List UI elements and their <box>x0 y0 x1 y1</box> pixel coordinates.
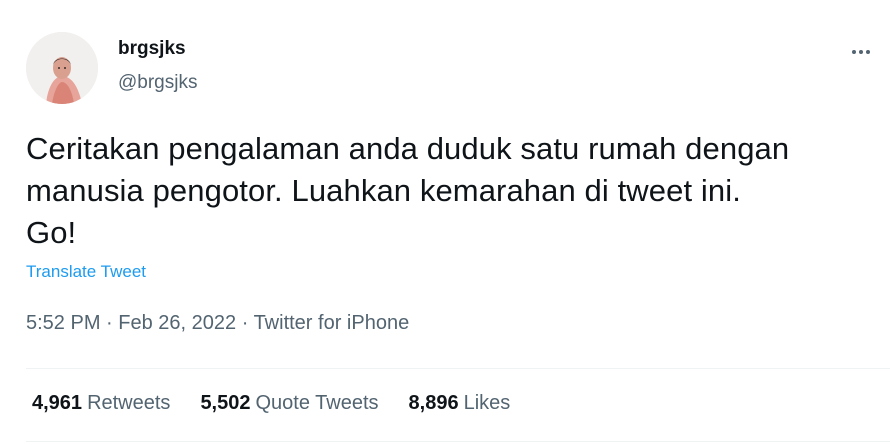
divider <box>26 368 890 369</box>
meta-separator: · <box>241 312 254 334</box>
quote-tweets-label: Quote Tweets <box>255 392 379 414</box>
tweet-text-line: Go! <box>26 215 77 250</box>
retweets-count: 4,961 <box>32 392 83 414</box>
retweets-label: Retweets <box>87 392 171 414</box>
tweet-text: Ceritakan pengalaman anda duduk satu rum… <box>26 128 876 254</box>
translate-tweet-link[interactable]: Translate Tweet <box>26 262 146 282</box>
tweet-text-line: Ceritakan pengalaman anda duduk satu rum… <box>26 131 790 166</box>
more-horizontal-icon <box>859 50 863 54</box>
more-horizontal-icon <box>866 50 870 54</box>
profile-photo-icon <box>26 32 98 104</box>
quote-tweets-stat[interactable]: 5,502 Quote Tweets <box>200 392 378 415</box>
tweet-stats: 4,961 Retweets 5,502 Quote Tweets 8,896 Lik… <box>32 392 510 415</box>
more-options-button[interactable] <box>846 42 876 62</box>
author-handle[interactable]: @brgsjks <box>118 72 197 94</box>
tweet-source[interactable]: Twitter for iPhone <box>254 312 410 334</box>
avatar[interactable] <box>26 32 98 104</box>
tweet-text-line: manusia pengotor. Luahkan kemarahan di t… <box>26 173 741 208</box>
tweet-meta: 5:52 PM · Feb 26, 2022 · Twitter for iPh… <box>26 312 409 335</box>
likes-count: 8,896 <box>408 392 459 414</box>
retweets-stat[interactable]: 4,961 Retweets <box>32 392 170 415</box>
quote-tweets-count: 5,502 <box>200 392 251 414</box>
tweet-date[interactable]: Feb 26, 2022 <box>118 312 236 334</box>
author-display-name[interactable]: brgsjks <box>118 38 186 60</box>
divider <box>26 441 890 442</box>
more-horizontal-icon <box>852 50 856 54</box>
tweet-time[interactable]: 5:52 PM <box>26 312 100 334</box>
likes-stat[interactable]: 8,896 Likes <box>409 392 511 415</box>
meta-separator: · <box>106 312 119 334</box>
tweet-card: brgsjks @brgsjks Ceritakan pengalaman an… <box>0 0 890 445</box>
likes-label: Likes <box>463 392 511 414</box>
